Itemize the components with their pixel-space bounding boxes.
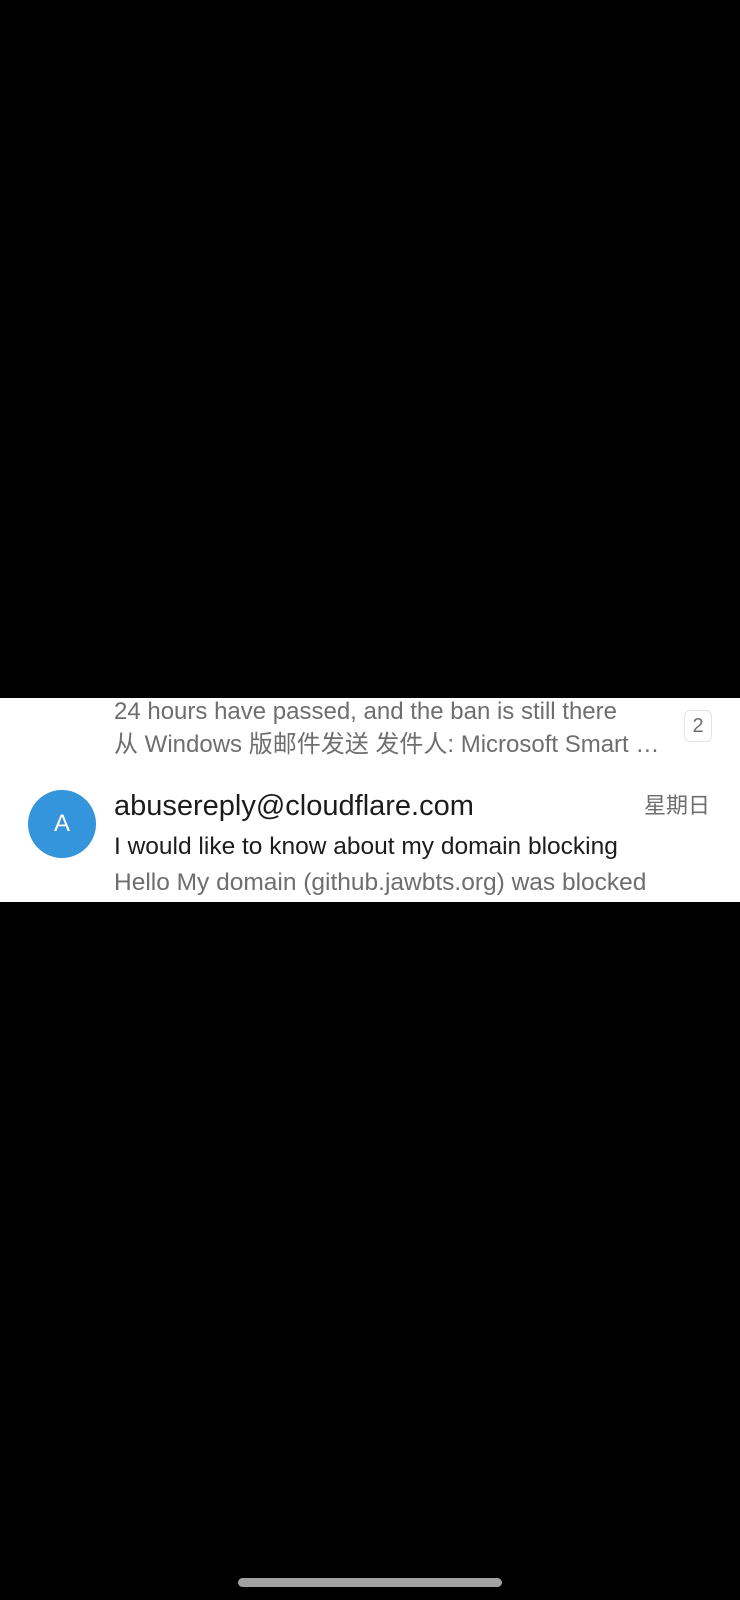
screen: 24 hours have passed, and the ban is sti…: [0, 0, 740, 1600]
received-date: 星期日: [643, 793, 710, 818]
thread-preview: 从 Windows 版邮件发送 发件人: Microsoft Smart Net…: [114, 731, 674, 758]
thread-count-badge: 2: [684, 710, 712, 742]
home-indicator[interactable]: [238, 1578, 502, 1587]
mail-list-item[interactable]: A abusereply@cloudflare.com 星期日 I would …: [0, 764, 740, 902]
sender-name: abusereply@cloudflare.com: [114, 790, 474, 822]
message-subject: I would like to know about my domain blo…: [114, 833, 618, 860]
mail-list-item-previous[interactable]: 24 hours have passed, and the ban is sti…: [0, 698, 740, 764]
thread-subject: 24 hours have passed, and the ban is sti…: [114, 698, 617, 725]
message-preview: Hello My domain (github.jawbts.org) was …: [114, 869, 647, 896]
mail-list: 24 hours have passed, and the ban is sti…: [0, 698, 740, 902]
sender-avatar: A: [28, 790, 96, 858]
